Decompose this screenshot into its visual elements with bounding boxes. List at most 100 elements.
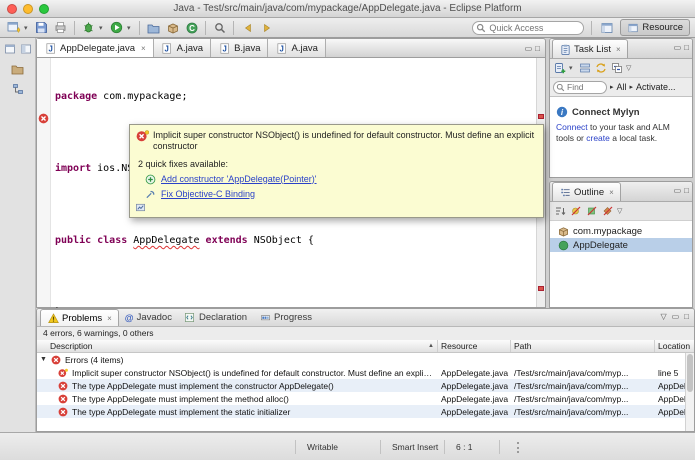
maximize-outline-icon[interactable]: □ bbox=[684, 186, 689, 195]
tab-progress[interactable]: Progress bbox=[253, 309, 318, 326]
code-editor[interactable]: package com.mypackage; import ios.NSObje… bbox=[36, 58, 546, 318]
debug-icon[interactable] bbox=[80, 20, 97, 36]
maximize-problems-icon[interactable]: □ bbox=[684, 312, 689, 321]
new-package-icon[interactable] bbox=[164, 20, 181, 36]
sort-icon[interactable] bbox=[553, 203, 567, 219]
synchronize-icon[interactable] bbox=[594, 60, 608, 76]
back-icon[interactable] bbox=[239, 20, 256, 36]
run-dropdown-icon[interactable]: ▾ bbox=[127, 24, 134, 32]
window-titlebar: Java - Test/src/main/java/com/mypackage/… bbox=[0, 0, 695, 18]
svg-text:C: C bbox=[189, 23, 195, 32]
tab-problems[interactable]: Problems × bbox=[40, 309, 119, 326]
problem-row[interactable]: The type AppDelegate must implement the … bbox=[37, 405, 694, 418]
new-task-dropdown-icon[interactable]: ▾ bbox=[569, 64, 576, 72]
quick-access-magnifier-icon bbox=[476, 23, 486, 33]
close-problems-icon[interactable]: × bbox=[107, 314, 112, 323]
tab-label: A.java bbox=[291, 42, 318, 54]
errors-group-row[interactable]: ▼ Errors (4 items) bbox=[37, 353, 694, 366]
add-constructor-fix-link[interactable]: Add constructor 'AppDelegate(Pointer)' bbox=[161, 174, 317, 185]
tab-b-java[interactable]: J B.java bbox=[211, 39, 269, 57]
fix-objc-binding-link[interactable]: Fix Objective-C Binding bbox=[161, 189, 255, 200]
hide-non-public-icon[interactable] bbox=[601, 203, 615, 219]
tab-javadoc[interactable]: @ Javadoc bbox=[119, 309, 178, 326]
outline-view-menu-icon[interactable]: ▽ bbox=[617, 207, 624, 215]
tab-a-java[interactable]: J A.java bbox=[153, 39, 212, 57]
new-java-project-icon[interactable] bbox=[145, 20, 162, 36]
outline-item-package[interactable]: com.mypackage bbox=[550, 224, 692, 238]
activate-arrow-icon[interactable]: ▸ bbox=[630, 83, 634, 91]
tab-appdelegate-java[interactable]: J AppDelegate.java × bbox=[37, 39, 154, 57]
column-resource[interactable]: Resource bbox=[438, 340, 511, 352]
search-icon[interactable] bbox=[211, 20, 228, 36]
quick-access-input[interactable] bbox=[472, 20, 585, 35]
debug-dropdown-icon[interactable]: ▾ bbox=[99, 24, 106, 32]
restore-editor-icon[interactable] bbox=[3, 42, 16, 55]
problems-table: Description ▲ Resource Path Location ▼ Er… bbox=[37, 340, 694, 431]
all-filter-arrow-icon[interactable]: ▸ bbox=[610, 83, 614, 91]
close-tab-icon[interactable]: × bbox=[141, 44, 146, 53]
minimize-view-icon[interactable]: ▭ bbox=[674, 43, 682, 52]
close-outline-icon[interactable]: × bbox=[609, 188, 614, 197]
minimize-editor-icon[interactable]: ▭ bbox=[525, 44, 533, 53]
resource-perspective-button[interactable]: Resource bbox=[620, 19, 690, 36]
close-task-list-icon[interactable]: × bbox=[616, 45, 621, 54]
window-zoom-button[interactable] bbox=[39, 4, 49, 14]
main-toolbar: ▾ ▾ ▾ C Resource bbox=[0, 18, 695, 38]
forward-icon[interactable] bbox=[258, 20, 275, 36]
connect-link[interactable]: Connect bbox=[556, 122, 588, 132]
print-icon[interactable] bbox=[52, 20, 69, 36]
tab-label: AppDelegate.java bbox=[60, 42, 135, 54]
task-list-tab[interactable]: Task List × bbox=[552, 39, 628, 58]
outline-tab[interactable]: Outline × bbox=[552, 182, 621, 201]
column-path[interactable]: Path bbox=[511, 340, 655, 352]
type-hierarchy-icon[interactable] bbox=[11, 82, 24, 95]
categorize-icon[interactable] bbox=[578, 60, 592, 76]
problem-row[interactable]: The type AppDelegate must implement the … bbox=[37, 379, 694, 392]
create-task-link[interactable]: create bbox=[586, 133, 610, 143]
package-explorer-icon[interactable] bbox=[11, 62, 24, 75]
new-wizard-icon[interactable] bbox=[5, 20, 22, 36]
minimize-problems-icon[interactable]: ▭ bbox=[672, 312, 680, 321]
problems-scrollbar[interactable] bbox=[685, 353, 694, 431]
new-class-icon[interactable]: C bbox=[183, 20, 200, 36]
new-wizard-dropdown-icon[interactable]: ▾ bbox=[24, 24, 31, 32]
maximize-view-icon[interactable]: □ bbox=[684, 43, 689, 52]
save-icon[interactable] bbox=[33, 20, 50, 36]
maximize-editor-icon[interactable]: □ bbox=[535, 44, 540, 53]
errors-group-label: Errors (4 items) bbox=[64, 354, 124, 365]
collapse-all-icon[interactable] bbox=[610, 60, 624, 76]
annotation-preferences-icon[interactable] bbox=[135, 202, 146, 213]
problem-row[interactable]: The type AppDelegate must implement the … bbox=[37, 392, 694, 405]
error-icon bbox=[57, 380, 69, 392]
scrollbar-thumb[interactable] bbox=[687, 354, 693, 392]
open-perspective-icon[interactable] bbox=[599, 20, 616, 36]
outline-item-class[interactable]: AppDelegate bbox=[550, 238, 692, 252]
minimize-outline-icon[interactable]: ▭ bbox=[674, 186, 682, 195]
window-minimize-button[interactable] bbox=[23, 4, 33, 14]
problems-panel: Problems × @ Javadoc Declaration Progres… bbox=[36, 308, 695, 432]
fix-objc-binding-icon bbox=[144, 188, 157, 200]
run-icon[interactable] bbox=[108, 20, 125, 36]
problem-description: Implicit super constructor NSObject() is… bbox=[72, 367, 435, 378]
class-name-with-error[interactable]: AppDelegate bbox=[133, 235, 199, 246]
error-overview-mark[interactable] bbox=[538, 286, 544, 291]
tab-a2-java[interactable]: J A.java bbox=[268, 39, 326, 57]
column-description[interactable]: Description ▲ bbox=[37, 340, 438, 352]
hide-static-members-icon[interactable] bbox=[585, 203, 599, 219]
new-task-icon[interactable] bbox=[553, 60, 567, 76]
error-marker-icon[interactable] bbox=[38, 113, 50, 125]
column-location[interactable]: Location bbox=[655, 340, 694, 352]
restore-view-icon[interactable] bbox=[19, 42, 32, 55]
all-filter-label[interactable]: All bbox=[617, 82, 627, 92]
tab-declaration[interactable]: Declaration bbox=[178, 309, 253, 326]
problems-view-menu-icon[interactable]: ▽ bbox=[660, 312, 666, 321]
expander-icon[interactable]: ▼ bbox=[40, 356, 47, 363]
hide-fields-icon[interactable] bbox=[569, 203, 583, 219]
drag-handle[interactable] bbox=[517, 442, 520, 453]
activate-label[interactable]: Activate... bbox=[636, 82, 676, 92]
problem-row[interactable]: Implicit super constructor NSObject() is… bbox=[37, 366, 694, 379]
error-overview-mark[interactable] bbox=[538, 114, 544, 119]
window-close-button[interactable] bbox=[7, 4, 17, 14]
task-list-title: Task List bbox=[574, 43, 611, 55]
task-list-view-menu-icon[interactable]: ▽ bbox=[626, 64, 633, 72]
